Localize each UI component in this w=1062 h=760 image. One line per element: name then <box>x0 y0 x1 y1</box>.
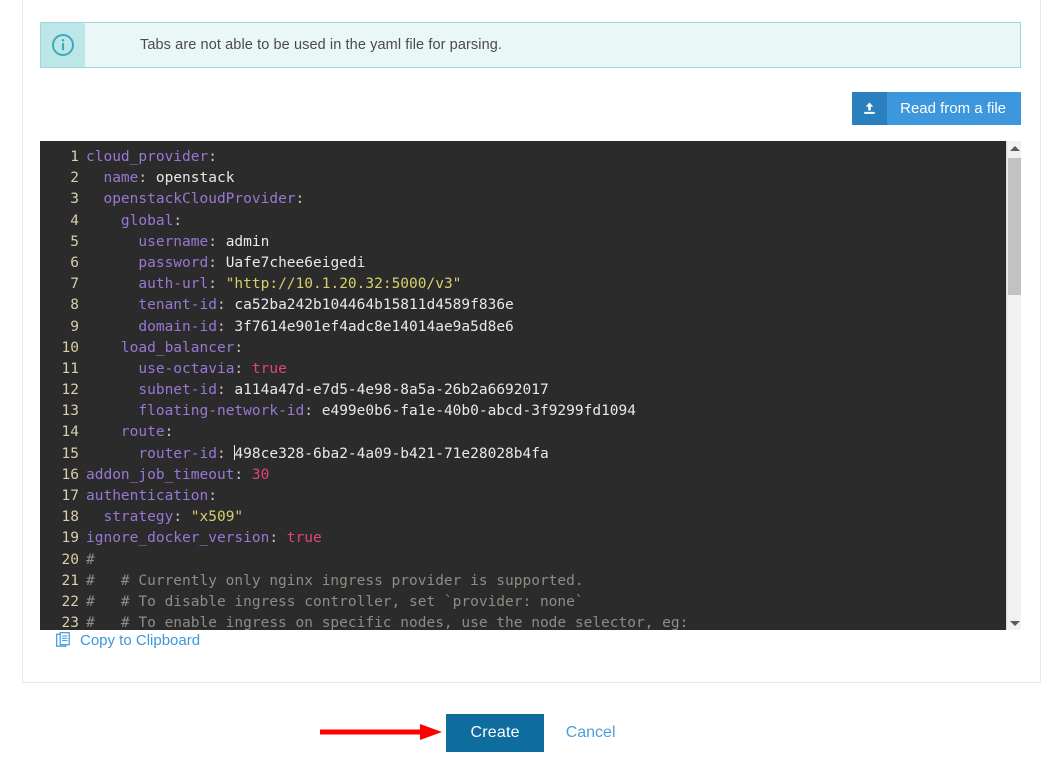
info-banner: Tabs are not able to be used in the yaml… <box>40 22 1021 68</box>
line-number: 20 <box>40 550 86 571</box>
line-number: 18 <box>40 507 86 528</box>
code-text: domain-id: 3f7614e901ef4adc8e14014ae9a5d… <box>86 317 514 338</box>
code-line: 15 router-id: 498ce328-6ba2-4a09-b421-71… <box>40 444 1006 465</box>
code-text: username: admin <box>86 232 269 253</box>
code-line: 6 password: Uafe7chee6eigedi <box>40 253 1006 274</box>
read-from-file-label: Read from a file <box>887 92 1021 125</box>
line-number: 13 <box>40 401 86 422</box>
code-line: 10 load_balancer: <box>40 338 1006 359</box>
code-text: ignore_docker_version: true <box>86 528 322 549</box>
code-text: use-octavia: true <box>86 359 287 380</box>
code-text: # <box>86 550 95 571</box>
line-number: 2 <box>40 168 86 189</box>
code-text: floating-network-id: e499e0b6-fa1e-40b0-… <box>86 401 636 422</box>
code-line: 9 domain-id: 3f7614e901ef4adc8e14014ae9a… <box>40 317 1006 338</box>
code-text: # # Currently only nginx ingress provide… <box>86 571 584 592</box>
create-button[interactable]: Create <box>446 714 543 752</box>
code-line: 12 subnet-id: a114a47d-e7d5-4e98-8a5a-26… <box>40 380 1006 401</box>
line-number: 8 <box>40 295 86 316</box>
line-number: 19 <box>40 528 86 549</box>
line-number: 3 <box>40 189 86 210</box>
code-text: name: openstack <box>86 168 234 189</box>
yaml-code-editor[interactable]: 1cloud_provider:2 name: openstack3 opens… <box>40 141 1021 630</box>
code-line: 7 auth-url: "http://10.1.20.32:5000/v3" <box>40 274 1006 295</box>
line-number: 9 <box>40 317 86 338</box>
clipboard-icon <box>56 632 72 649</box>
info-banner-message: Tabs are not able to be used in the yaml… <box>85 23 1020 67</box>
line-number: 11 <box>40 359 86 380</box>
code-line: 2 name: openstack <box>40 168 1006 189</box>
line-number: 21 <box>40 571 86 592</box>
code-line: 13 floating-network-id: e499e0b6-fa1e-40… <box>40 401 1006 422</box>
cancel-button[interactable]: Cancel <box>566 724 616 742</box>
code-line: 19ignore_docker_version: true <box>40 528 1006 549</box>
code-text: addon_job_timeout: 30 <box>86 465 269 486</box>
code-line: 18 strategy: "x509" <box>40 507 1006 528</box>
line-number: 15 <box>40 444 86 465</box>
code-text: global: <box>86 211 182 232</box>
code-text: # # To disable ingress controller, set `… <box>86 592 584 613</box>
copy-to-clipboard-button[interactable]: Copy to Clipboard <box>56 632 200 649</box>
code-text: route: <box>86 422 173 443</box>
code-line: 8 tenant-id: ca52ba242b104464b15811d4589… <box>40 295 1006 316</box>
line-number: 5 <box>40 232 86 253</box>
code-line: 5 username: admin <box>40 232 1006 253</box>
code-text: cloud_provider: <box>86 147 217 168</box>
code-line: 1cloud_provider: <box>40 147 1006 168</box>
code-line: 20# <box>40 550 1006 571</box>
code-line: 22# # To disable ingress controller, set… <box>40 592 1006 613</box>
code-text: strategy: "x509" <box>86 507 243 528</box>
code-content[interactable]: 1cloud_provider:2 name: openstack3 opens… <box>40 141 1006 630</box>
line-number: 22 <box>40 592 86 613</box>
code-line: 4 global: <box>40 211 1006 232</box>
code-text: subnet-id: a114a47d-e7d5-4e98-8a5a-26b2a… <box>86 380 549 401</box>
upload-icon <box>852 92 887 125</box>
code-text: router-id: 498ce328-6ba2-4a09-b421-71e28… <box>86 444 549 465</box>
code-text: load_balancer: <box>86 338 243 359</box>
info-circle-icon <box>41 23 85 67</box>
footer-actions: Create Cancel <box>0 712 1062 754</box>
editor-vertical-scrollbar[interactable] <box>1006 141 1021 630</box>
page-root: Tabs are not able to be used in the yaml… <box>0 0 1062 760</box>
line-number: 4 <box>40 211 86 232</box>
code-line: 23# # To enable ingress on specific node… <box>40 613 1006 630</box>
code-line: 16addon_job_timeout: 30 <box>40 465 1006 486</box>
line-number: 17 <box>40 486 86 507</box>
code-text: tenant-id: ca52ba242b104464b15811d4589f8… <box>86 295 514 316</box>
code-line: 11 use-octavia: true <box>40 359 1006 380</box>
line-number: 7 <box>40 274 86 295</box>
code-text: # # To enable ingress on specific nodes,… <box>86 613 688 630</box>
scrollbar-thumb[interactable] <box>1008 158 1021 295</box>
line-number: 14 <box>40 422 86 443</box>
copy-to-clipboard-label: Copy to Clipboard <box>80 632 200 649</box>
read-from-file-button[interactable]: Read from a file <box>852 92 1021 125</box>
line-number: 12 <box>40 380 86 401</box>
line-number: 10 <box>40 338 86 359</box>
line-number: 16 <box>40 465 86 486</box>
line-number: 1 <box>40 147 86 168</box>
line-number: 23 <box>40 613 86 630</box>
code-text: password: Uafe7chee6eigedi <box>86 253 365 274</box>
code-line: 17authentication: <box>40 486 1006 507</box>
code-line: 21# # Currently only nginx ingress provi… <box>40 571 1006 592</box>
code-text: openstackCloudProvider: <box>86 189 304 210</box>
code-line: 14 route: <box>40 422 1006 443</box>
scroll-down-arrow-icon[interactable] <box>1007 616 1021 630</box>
line-number: 6 <box>40 253 86 274</box>
code-text: auth-url: "http://10.1.20.32:5000/v3" <box>86 274 461 295</box>
code-line: 3 openstackCloudProvider: <box>40 189 1006 210</box>
code-text: authentication: <box>86 486 217 507</box>
scroll-up-arrow-icon[interactable] <box>1007 141 1021 155</box>
